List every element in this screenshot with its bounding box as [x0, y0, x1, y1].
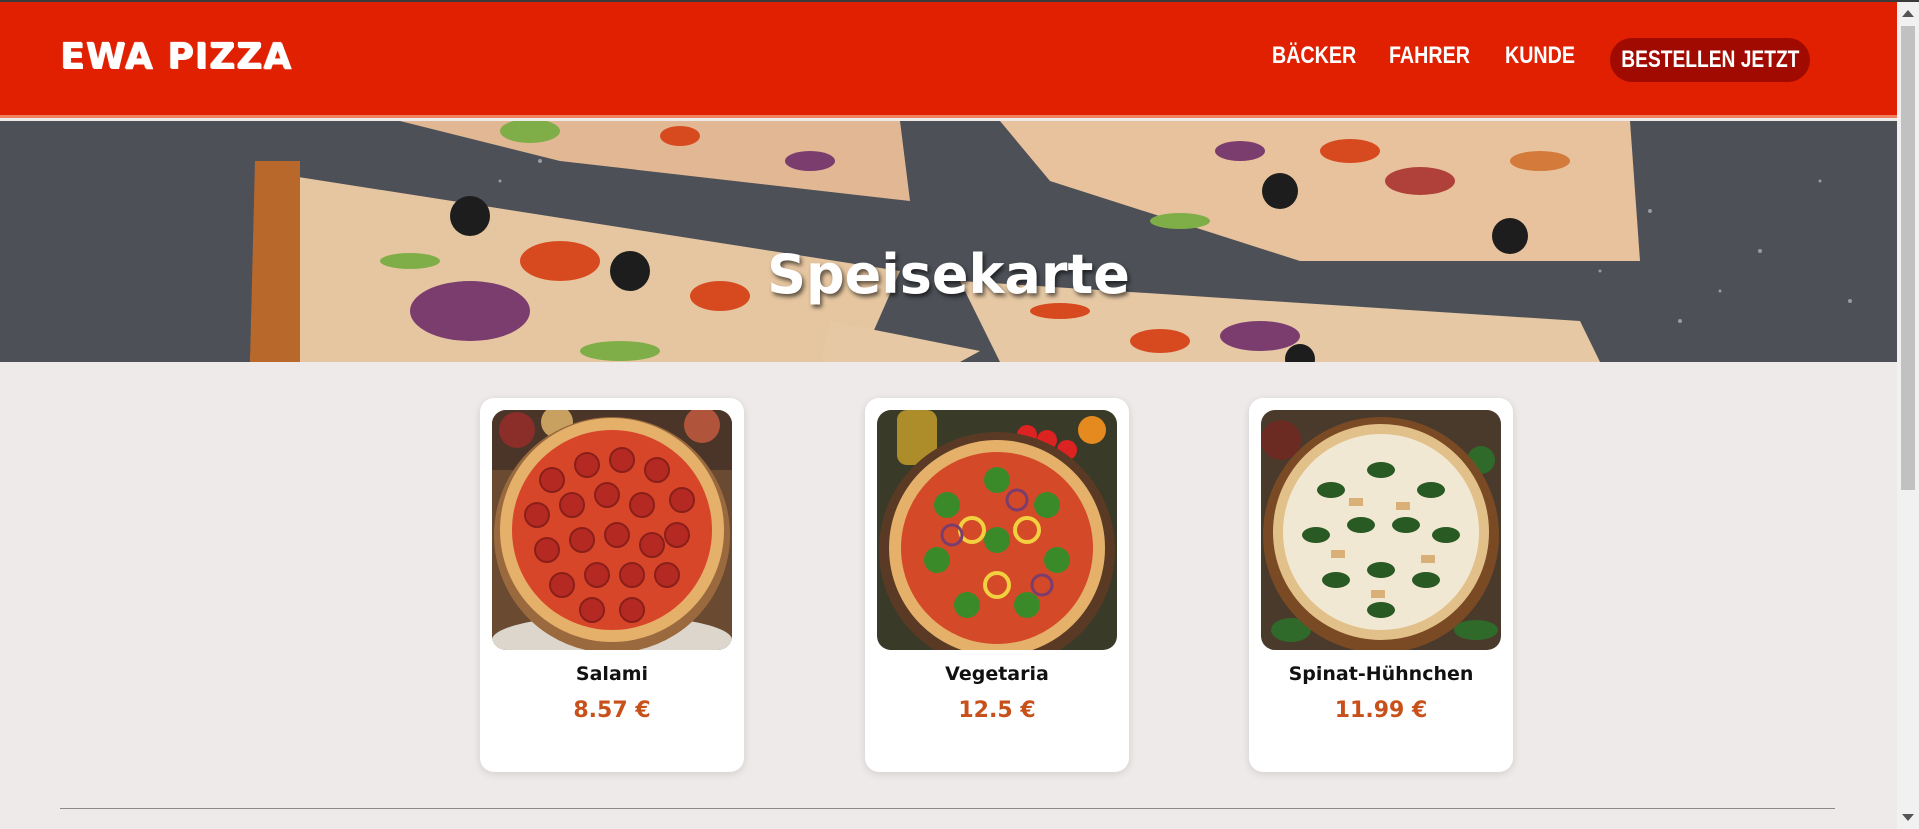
menu-item-name: Vegetaria [945, 663, 1049, 685]
hero-banner: Speisekarte [0, 121, 1897, 362]
scroll-up-arrow-icon[interactable] [1902, 10, 1914, 17]
page-title: Speisekarte [767, 243, 1130, 307]
scroll-down-arrow-icon[interactable] [1902, 814, 1914, 821]
order-now-button[interactable]: BESTELLEN JETZT [1610, 38, 1810, 82]
nav-link-kunde[interactable]: KUNDE [1505, 42, 1575, 70]
spinach-chicken-pizza-image [1261, 410, 1501, 650]
vegetarian-pizza-image [877, 410, 1117, 650]
menu-item-price: 12.5 € [958, 698, 1036, 723]
pizza-slices-background [0, 121, 1897, 362]
site-logo[interactable]: EWA PIZZA [60, 36, 292, 77]
nav-link-fahrer[interactable]: FAHRER [1389, 42, 1470, 70]
menu-card-vegetaria[interactable]: Vegetaria 12.5 € [865, 398, 1129, 772]
nav-link-baecker[interactable]: BÄCKER [1272, 42, 1356, 70]
site-header: EWA PIZZA BÄCKER FAHRER KUNDE BESTELLEN … [0, 2, 1897, 118]
menu-item-name: Spinat-Hühnchen [1288, 663, 1474, 685]
salami-pizza-image [492, 410, 732, 650]
menu-card-salami[interactable]: Salami 8.57 € [480, 398, 744, 772]
page-scrollbar[interactable] [1897, 2, 1919, 829]
menu-item-name: Salami [575, 663, 649, 685]
order-now-label: BESTELLEN JETZT [1620, 46, 1800, 73]
scroll-thumb[interactable] [1901, 26, 1915, 490]
menu-item-price: 11.99 € [1334, 698, 1428, 723]
menu-card-spinat-huehnchen[interactable]: Spinat-Hühnchen 11.99 € [1249, 398, 1513, 772]
menu-item-price: 8.57 € [573, 698, 651, 723]
section-divider [60, 808, 1835, 809]
